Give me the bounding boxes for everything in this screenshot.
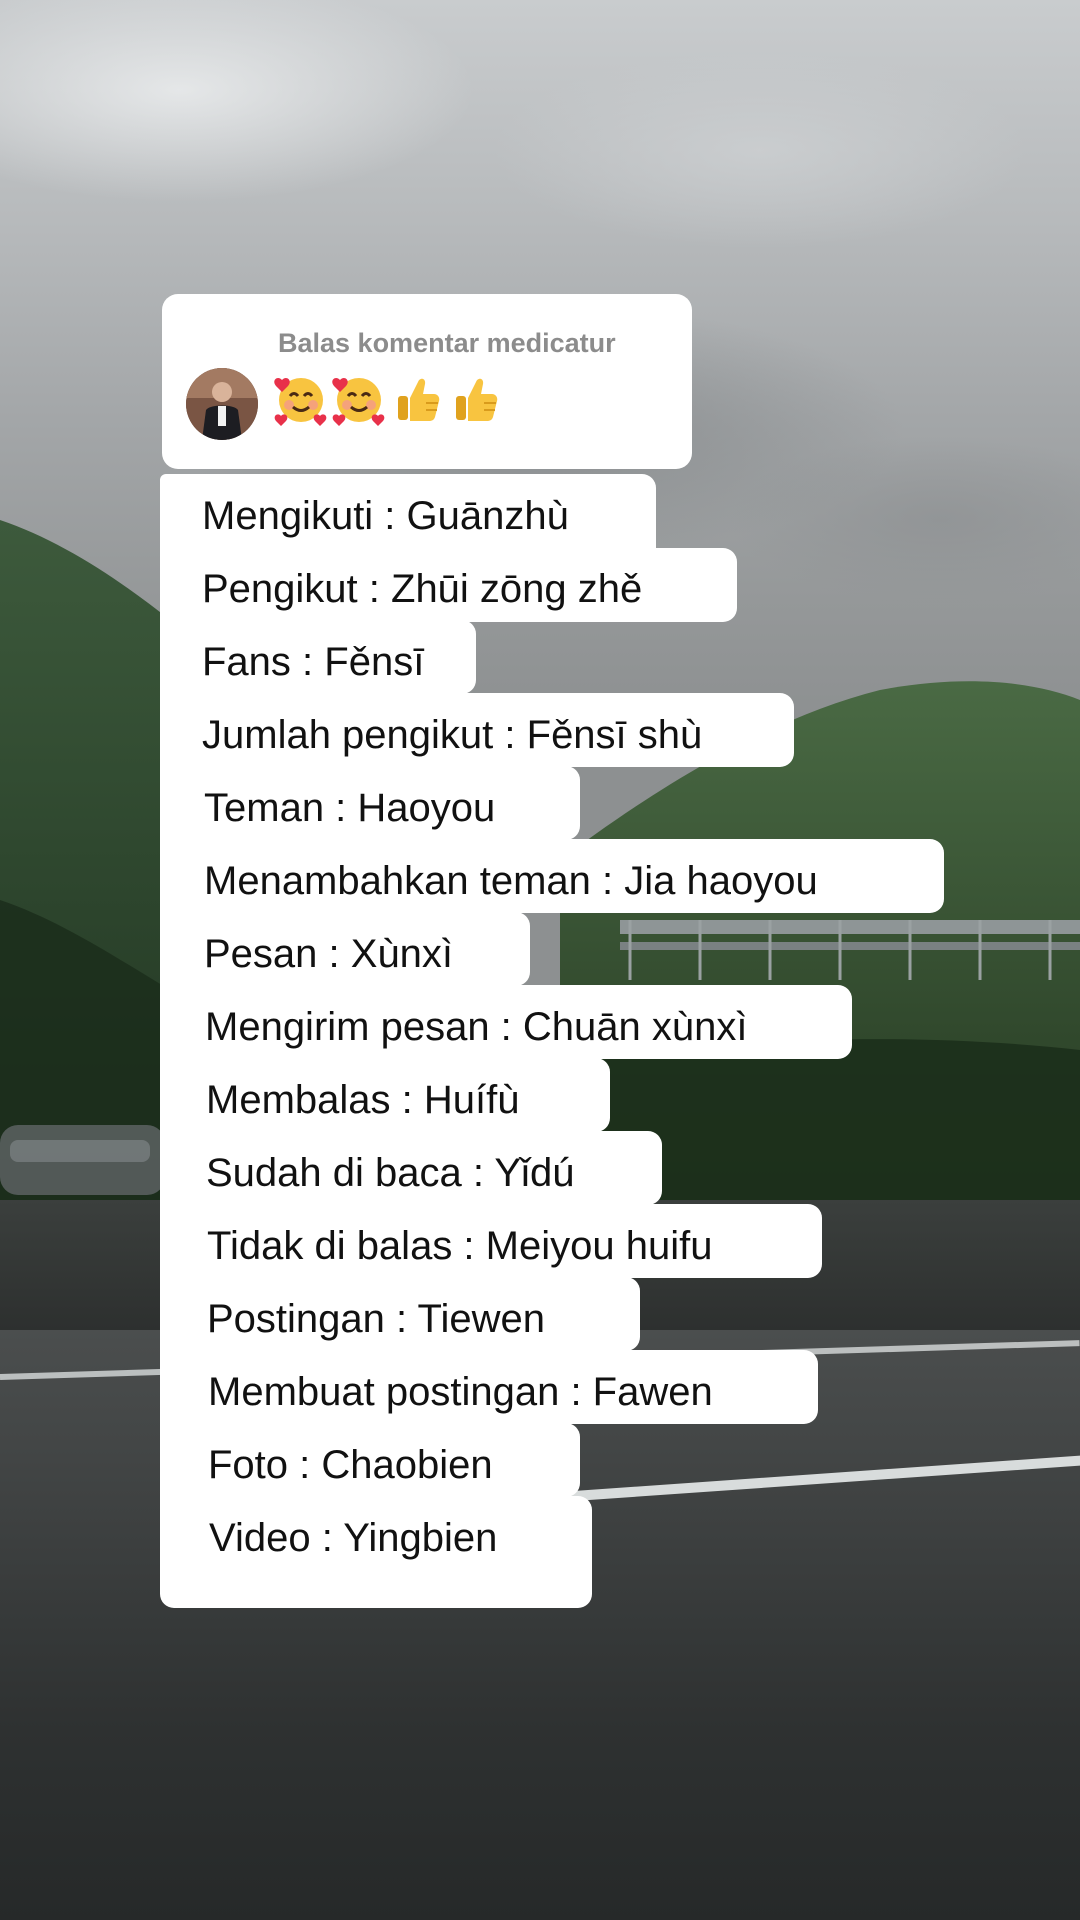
vocab-line: Membuat postingan : Fawen [208,1370,713,1414]
vocab-line: Pesan : Xùnxì [204,932,454,976]
vocabulary-list: Mengikuti : Guānzhù Pengikut : Zhūi zōng… [0,0,1080,1920]
vocab-line: Tidak di balas : Meiyou huifu [207,1224,713,1268]
vocab-line: Teman : Haoyou [204,786,496,830]
vocab-line: Sudah di baca : Yǐdú [206,1151,575,1195]
vocab-line: Pengikut : Zhūi zōng zhě [202,567,643,611]
vocab-line: Fans : Fěnsī [202,640,425,684]
vocab-line: Mengirim pesan : Chuān xùnxì [205,1005,748,1049]
vocab-line: Postingan : Tiewen [207,1297,545,1341]
vocab-line: Video : Yingbien [209,1516,498,1560]
vocab-line: Foto : Chaobien [208,1443,493,1487]
vocab-line: Membalas : Huífù [206,1078,520,1122]
vocab-line: Jumlah pengikut : Fěnsī shù [202,713,703,757]
vocab-line: Mengikuti : Guānzhù [202,494,569,538]
vocab-line: Menambahkan teman : Jia haoyou [204,859,818,903]
